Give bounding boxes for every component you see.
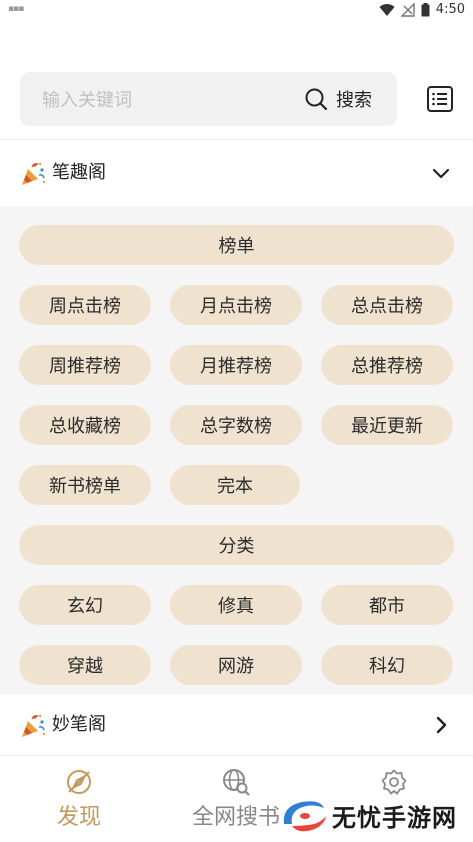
no-signal-icon xyxy=(400,2,415,17)
party-popper-icon xyxy=(22,714,46,737)
category-item[interactable]: 穿越 xyxy=(19,645,151,685)
rank-item[interactable]: 周推荐榜 xyxy=(19,345,151,385)
status-time: 4:50 xyxy=(435,2,465,17)
category-item[interactable]: 科幻 xyxy=(321,645,453,685)
rank-item[interactable]: 月点击榜 xyxy=(170,285,302,325)
chevron-down-icon xyxy=(432,168,450,179)
section-title: 笔趣阁 xyxy=(52,162,106,183)
search-icon xyxy=(305,88,328,111)
source-panel: 榜单 周点击榜 月点击榜 总点击榜 周推荐榜 月推荐榜 总推荐榜 总收藏榜 总字… xyxy=(0,206,473,694)
rank-item[interactable]: 月推荐榜 xyxy=(170,345,302,385)
status-bar: ▪▪▪ 4:50 xyxy=(0,0,473,22)
search-button-label: 搜索 xyxy=(336,90,372,111)
compass-icon xyxy=(67,770,91,794)
group-header-category[interactable]: 分类 xyxy=(19,525,454,565)
battery-icon xyxy=(421,2,430,16)
watermark: 无忧手游网 xyxy=(278,792,473,840)
section-header-biquge[interactable]: 笔趣阁 xyxy=(0,141,473,205)
search-row: 搜索 xyxy=(0,72,473,126)
wifi-icon xyxy=(379,3,395,16)
category-item[interactable]: 网游 xyxy=(170,645,302,685)
category-item[interactable]: 修真 xyxy=(170,585,302,625)
chevron-right-icon xyxy=(436,716,447,734)
nav-label: 发现 xyxy=(56,805,101,830)
group-header-rank[interactable]: 榜单 xyxy=(19,225,454,265)
category-item[interactable]: 都市 xyxy=(321,585,453,625)
notification-icon: ▪▪▪ xyxy=(8,4,24,14)
rank-item[interactable]: 周点击榜 xyxy=(19,285,151,325)
rank-item[interactable]: 总字数榜 xyxy=(170,405,302,445)
divider xyxy=(0,139,473,140)
globe-search-icon xyxy=(223,769,250,796)
search-button[interactable]: 搜索 xyxy=(304,85,372,113)
section-header-miaobige[interactable]: 妙笔阁 xyxy=(0,695,473,755)
nav-discover[interactable]: 发现 xyxy=(19,768,139,838)
rank-item[interactable]: 总点击榜 xyxy=(321,285,453,325)
rank-item[interactable]: 最近更新 xyxy=(321,405,453,445)
rank-item[interactable]: 新书榜单 xyxy=(19,465,151,505)
section-title: 妙笔阁 xyxy=(52,714,106,735)
list-menu-icon[interactable] xyxy=(426,85,454,113)
category-item[interactable]: 玄幻 xyxy=(19,585,151,625)
rank-item[interactable]: 总收藏榜 xyxy=(19,405,151,445)
rank-item[interactable]: 总推荐榜 xyxy=(321,345,453,385)
search-input[interactable] xyxy=(40,86,294,114)
watermark-text: 无忧手游网 xyxy=(332,804,457,832)
rank-item[interactable]: 完本 xyxy=(170,465,300,505)
party-popper-icon xyxy=(22,162,46,185)
watermark-logo-icon xyxy=(283,801,326,832)
search-box: 搜索 xyxy=(20,72,397,126)
